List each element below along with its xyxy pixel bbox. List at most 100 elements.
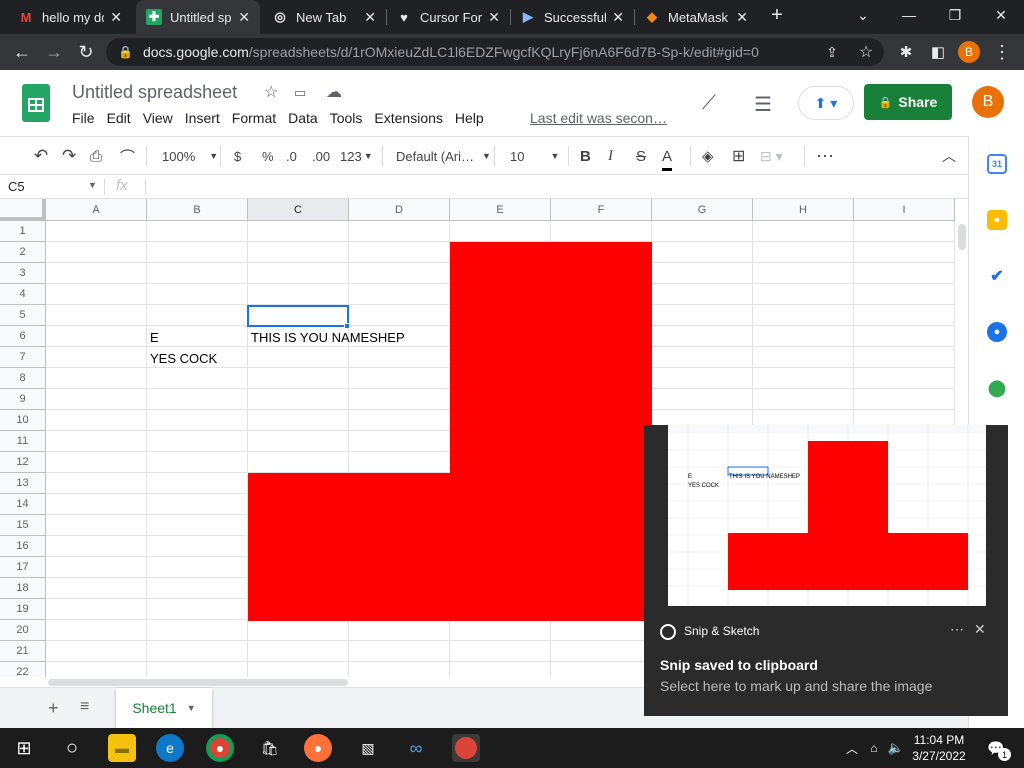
maps-icon[interactable]: ⬤ (987, 378, 1007, 398)
row-header[interactable]: 12 (0, 452, 46, 473)
browser-tab-new[interactable]: ◎ New Tab ✕ (262, 0, 386, 34)
print-icon[interactable]: ⎙ (90, 145, 102, 167)
cloud-status-icon[interactable]: ☁ (326, 82, 342, 102)
percent-button[interactable]: % (262, 145, 274, 167)
document-title[interactable]: Untitled spreadsheet (72, 82, 237, 103)
collapse-menu-icon[interactable]: ︿ (942, 145, 956, 167)
row-header[interactable]: 1 (0, 221, 46, 242)
row-header[interactable]: 5 (0, 305, 46, 326)
menu-data[interactable]: Data (282, 110, 324, 126)
calendar-icon[interactable]: 31 (987, 154, 1007, 174)
back-icon[interactable]: ← (10, 40, 34, 64)
more-options-icon[interactable]: ⋯ (950, 621, 964, 638)
close-icon[interactable]: ✕ (612, 9, 624, 26)
more-options-icon[interactable]: ⋯ (816, 145, 834, 167)
chrome-profile-icon[interactable] (452, 734, 480, 762)
chevron-down-icon[interactable]: ▼ (88, 180, 97, 190)
trend-icon[interactable]: ⟋ (702, 92, 716, 115)
search-icon[interactable]: ○ (58, 734, 86, 762)
reload-icon[interactable]: ↻ (74, 40, 98, 64)
row-header[interactable]: 3 (0, 263, 46, 284)
row-header[interactable]: 9 (0, 389, 46, 410)
share-button[interactable]: 🔒 Share (864, 84, 952, 120)
row-header[interactable]: 16 (0, 536, 46, 557)
row-header[interactable]: 20 (0, 620, 46, 641)
all-sheets-icon[interactable]: ≡ (80, 698, 89, 716)
close-icon[interactable]: ✕ (736, 9, 748, 26)
row-header[interactable]: 22 (0, 662, 46, 677)
windows-start-icon[interactable]: ⊞ (10, 734, 38, 762)
redo-icon[interactable]: ↷ (62, 145, 76, 167)
column-header-d[interactable]: D (349, 199, 450, 221)
menu-file[interactable]: File (66, 110, 101, 126)
row-header[interactable]: 14 (0, 494, 46, 515)
browser-tab-metamask[interactable]: ◆ MetaMask ✕ (634, 0, 758, 34)
close-icon[interactable]: ✕ (364, 9, 376, 26)
row-header[interactable]: 6 (0, 326, 46, 347)
user-avatar[interactable]: B (972, 86, 1004, 118)
firefox-icon[interactable]: ● (304, 734, 332, 762)
tasks-icon[interactable]: ✔ (987, 266, 1007, 286)
merge-cells-icon[interactable]: ⊟ ▾ (760, 145, 783, 167)
chrome-menu-icon[interactable]: ⋮ (990, 40, 1014, 64)
share-page-icon[interactable]: ⇪ (820, 40, 844, 64)
edge-icon[interactable]: e (156, 734, 184, 762)
scroll-thumb[interactable] (48, 679, 348, 686)
column-header-c[interactable]: C (248, 199, 349, 221)
name-box[interactable]: C5 (8, 179, 25, 194)
cell-c6[interactable]: THIS IS YOU NAMESHEP (251, 330, 405, 345)
column-header-a[interactable]: A (46, 199, 147, 221)
column-header-e[interactable]: E (450, 199, 551, 221)
snip-thumbnail[interactable]: E THIS IS YOU NAMESHEP YES COCK (668, 425, 986, 606)
side-panel-icon[interactable]: ◧ (926, 40, 950, 64)
browser-tab-sheets[interactable]: ✚ Untitled spr ✕ (136, 0, 260, 34)
row-header[interactable]: 2 (0, 242, 46, 263)
menu-extensions[interactable]: Extensions (368, 110, 448, 126)
restore-icon[interactable]: ❐ (932, 0, 978, 30)
column-header-h[interactable]: H (753, 199, 854, 221)
extensions-icon[interactable]: ✱ (894, 40, 918, 64)
row-header[interactable]: 8 (0, 368, 46, 389)
onedrive-icon[interactable]: ∞ (402, 734, 430, 762)
close-icon[interactable]: ✕ (488, 9, 500, 26)
last-edit-link[interactable]: Last edit was secon… (530, 110, 667, 126)
close-icon[interactable]: ✕ (110, 9, 122, 26)
browser-tab-gmail[interactable]: M hello my dc ✕ (8, 0, 132, 34)
paint-format-icon[interactable]: ⌒ (120, 145, 135, 167)
menu-insert[interactable]: Insert (179, 110, 226, 126)
photos-icon[interactable]: ▧ (354, 734, 382, 762)
row-header[interactable]: 10 (0, 410, 46, 431)
undo-icon[interactable]: ↶ (34, 145, 48, 167)
file-explorer-icon[interactable]: ▬ (108, 734, 136, 762)
menu-help[interactable]: Help (449, 110, 490, 126)
italic-button[interactable]: I (608, 145, 613, 167)
comments-icon[interactable]: ☰ (754, 92, 772, 117)
sheet-tab[interactable]: Sheet1 ▼ (116, 688, 212, 728)
row-header[interactable]: 15 (0, 515, 46, 536)
browser-tab-cursor[interactable]: ♥ Cursor For ✕ (386, 0, 510, 34)
menu-format[interactable]: Format (226, 110, 282, 126)
profile-avatar[interactable]: B (958, 41, 980, 63)
forward-icon[interactable]: → (42, 40, 66, 64)
font-select[interactable]: Default (Ari… ▼ (396, 145, 491, 167)
column-header-g[interactable]: G (652, 199, 753, 221)
red-filled-range-e2-f12[interactable] (450, 242, 652, 474)
fill-color-icon[interactable]: ◈ (702, 145, 714, 167)
bookmark-star-icon[interactable]: ☆ (854, 40, 878, 64)
zoom-select[interactable]: 100% ▼ (162, 145, 218, 167)
menu-tools[interactable]: Tools (324, 110, 369, 126)
clock[interactable]: 11:04 PM 3/27/2022 (906, 732, 972, 764)
select-all-corner[interactable] (0, 199, 46, 221)
column-header-b[interactable]: B (147, 199, 248, 221)
row-header[interactable]: 7 (0, 347, 46, 368)
add-sheet-icon[interactable]: + (48, 698, 59, 719)
contacts-icon[interactable]: ● (987, 322, 1007, 342)
decrease-decimal-button[interactable]: .0 (286, 145, 297, 167)
sheets-logo-icon[interactable] (22, 84, 50, 122)
row-header[interactable]: 21 (0, 641, 46, 662)
row-header[interactable]: 4 (0, 284, 46, 305)
fill-handle[interactable] (344, 323, 350, 329)
chrome-icon[interactable]: ● (206, 734, 234, 762)
row-header[interactable]: 13 (0, 473, 46, 494)
more-formats-button[interactable]: 123 ▼ (340, 145, 373, 167)
